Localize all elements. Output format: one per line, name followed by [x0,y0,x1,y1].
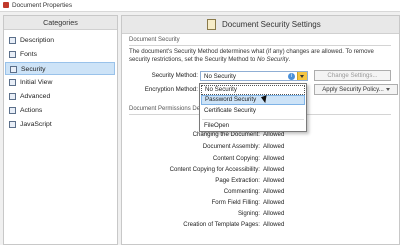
security-method-value: No Security [204,73,236,80]
categories-pane: Categories Description Fonts Security In… [3,15,118,245]
permission-value: Allowed [263,210,285,217]
category-security[interactable]: Security [5,62,115,75]
category-actions[interactable]: Actions [5,104,115,117]
categories-header: Categories [4,16,117,30]
category-label: Description [20,37,54,44]
permission-label: Document Assembly: [202,143,260,150]
apply-security-policy-button[interactable]: Apply Security Policy... [314,84,398,95]
permission-label: Commenting: [223,188,260,195]
actions-icon [9,107,16,114]
info-icon[interactable]: i [288,73,295,80]
lock-icon [10,66,17,73]
permission-value: Allowed [263,143,285,150]
category-label: Advanced [20,93,51,100]
dropdown-separator [202,119,304,120]
section-divider [129,45,391,46]
permission-value: Allowed [263,166,285,173]
advanced-icon [9,93,16,100]
encryption-method-label: Encryption Method: [144,86,198,93]
option-no-security[interactable]: No Security [201,85,305,95]
option-password-security[interactable]: Password Security [201,95,305,105]
app-icon [3,2,9,8]
description-prefix: The document's Security Method determine… [129,48,374,63]
security-method-select[interactable]: No Security i [200,71,308,81]
permission-label: Creation of Template Pages: [183,221,260,228]
font-icon [9,51,16,58]
panel-header: Document Security Settings [122,16,399,34]
permission-value: Allowed [263,221,285,228]
option-certificate-security[interactable]: Certificate Security [201,106,305,116]
security-description: The document's Security Method determine… [129,48,391,64]
category-initial-view[interactable]: Initial View [5,76,115,89]
description-suffix: . [288,56,291,63]
panel-title: Document Security Settings [222,19,321,29]
category-fonts[interactable]: Fonts [5,48,115,61]
permission-value: Allowed [263,177,285,184]
permission-value: Allowed [263,188,285,195]
permission-label: Changing the Document: [192,131,260,138]
view-icon [9,79,16,86]
permission-label: Signing: [237,210,260,217]
description-emphasis: No Security [257,56,289,63]
security-method-dropdown: No Security Password Security Certificat… [199,83,307,132]
window-titlebar: Document Properties [0,0,400,12]
category-javascript[interactable]: JavaScript [5,118,115,131]
chevron-down-icon [385,87,390,91]
category-advanced[interactable]: Advanced [5,90,115,103]
category-label: Actions [20,107,43,114]
javascript-icon [9,121,16,128]
security-method-label: Security Method: [151,72,198,79]
permission-label: Page Extraction: [215,177,260,184]
category-label: Security [21,66,46,73]
section-title-permissions: Document Permissions De [129,106,201,112]
category-label: Initial View [20,79,53,86]
category-label: JavaScript [20,121,52,128]
permission-label: Content Copying for Accessibility: [169,166,260,173]
permission-value: Allowed [263,199,285,206]
permission-value: Allowed [263,131,285,138]
permission-label: Form Field Filling: [211,199,260,206]
chevron-down-icon[interactable] [297,72,307,80]
permission-label: Content Copying: [212,155,260,162]
category-label: Fonts [20,51,37,58]
document-icon [9,37,16,44]
option-fileopen[interactable]: FileOpen [201,121,305,131]
permission-value: Allowed [263,155,285,162]
window-title: Document Properties [12,1,73,9]
category-description[interactable]: Description [5,34,115,47]
section-title-document-security: Document Security [129,37,180,43]
lock-icon [207,19,216,30]
change-settings-button[interactable]: Change Settings... [314,70,391,81]
apply-policy-label: Apply Security Policy... [322,86,384,93]
